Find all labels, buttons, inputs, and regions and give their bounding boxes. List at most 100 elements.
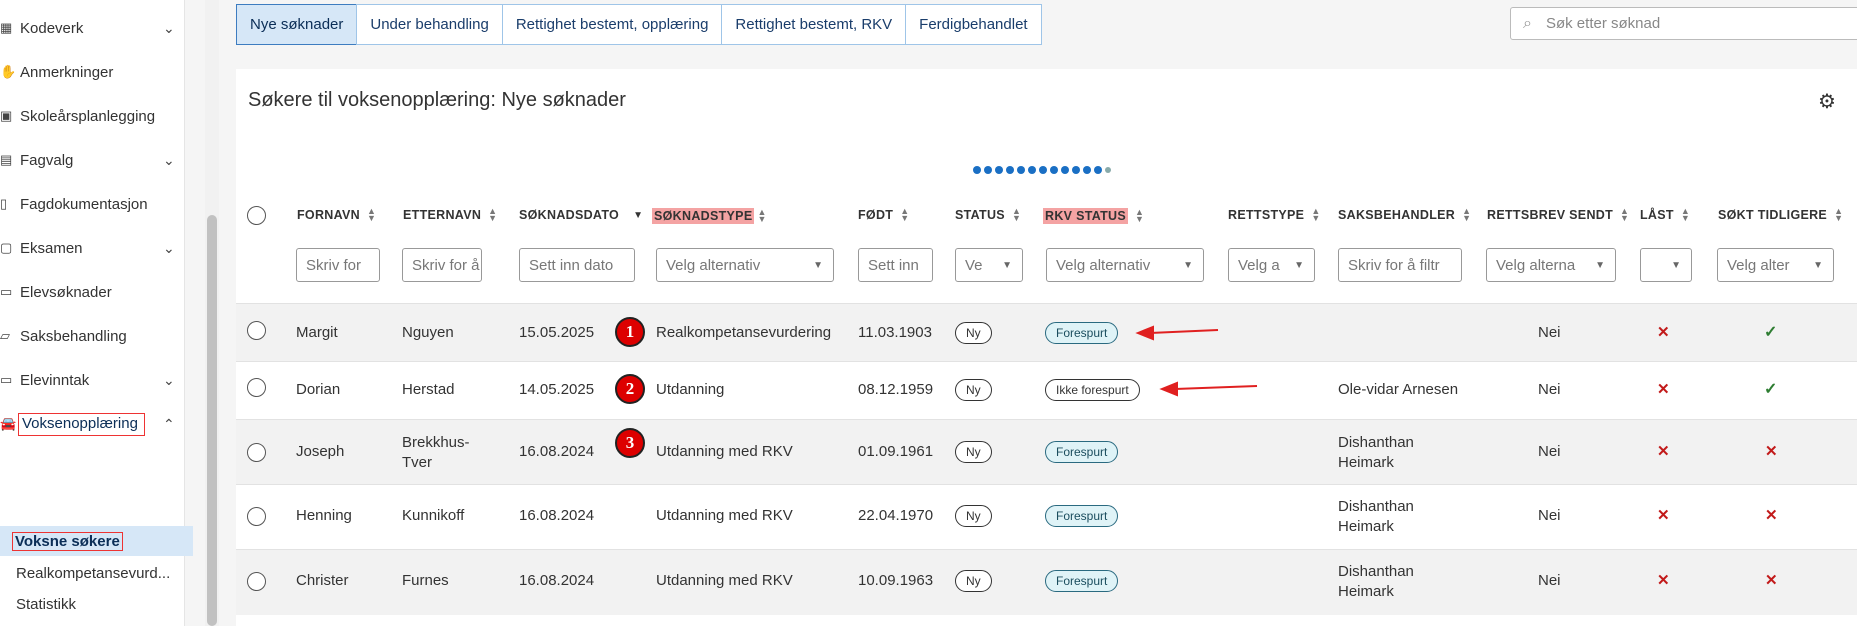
column-header-sokt-tidligere[interactable]: SØKT TIDLIGERE ▲ ▼ <box>1718 206 1843 222</box>
cell-etternavn: Kunnikoff <box>402 507 465 524</box>
status-badge: Ny <box>955 505 992 527</box>
sidebar: ▦ Kodeverk ⌄ ✋ Anmerkninger ▣ Skoleårsplanle… <box>0 0 193 626</box>
table-row[interactable]: Joseph Brekkhus-Tver 16.08.2024 3 Utdann… <box>236 419 1857 484</box>
cell-fodt: 11.03.1903 <box>858 324 932 341</box>
select-all-checkbox[interactable] <box>247 206 266 225</box>
column-header-etternavn[interactable]: ETTERNAVN ▲ ▼ <box>403 206 497 222</box>
page-title: Søkere til voksenopplæring: Nye søknader <box>248 89 626 111</box>
cell-rettsbrev-sendt: Nei <box>1538 324 1561 341</box>
table-row[interactable]: Margit Nguyen 15.05.2025 1 Realkompetans… <box>236 303 1857 361</box>
row-checkbox[interactable] <box>247 378 266 397</box>
cell-etternavn: Furnes <box>402 572 449 589</box>
filter-fornavn[interactable]: Skriv for <box>296 248 380 282</box>
sidebar-item-label: Fagvalg <box>20 151 74 169</box>
sort-icon: ▲ ▼ <box>1620 206 1630 224</box>
sidebar-item-skoleaarsplanlegging[interactable]: ▣ Skoleårsplanlegging <box>0 96 195 136</box>
table-row[interactable]: Dorian Herstad 14.05.2025 2 Utdanning 08… <box>236 361 1857 419</box>
sidebar-item-anmerkninger[interactable]: ✋ Anmerkninger <box>0 52 195 92</box>
row-checkbox[interactable] <box>247 321 266 340</box>
filter-soknadsdato[interactable]: Sett inn dato <box>519 248 635 282</box>
cell-fornavn: Dorian <box>296 381 341 398</box>
filter-saksbehandler[interactable]: Skriv for å filtr <box>1338 248 1462 282</box>
previously-applied-no-icon: ✕ <box>1765 507 1778 524</box>
sidebar-item-elevsoknader[interactable]: ▭ Elevsøknader <box>0 272 195 312</box>
sidebar-item-elevinntak[interactable]: ▭ Elevinntak ⌄ <box>0 360 195 400</box>
tab-nye-soknader[interactable]: Nye søknader <box>236 4 358 45</box>
sort-icon: ▲ ▼ <box>1462 206 1472 224</box>
column-header-status[interactable]: STATUS ▲ ▼ <box>955 206 1022 224</box>
sidebar-item-label: Saksbehandling <box>20 327 127 345</box>
gear-icon[interactable]: ⚙ <box>1818 89 1836 114</box>
sidebar-item-kodeverk[interactable]: ▦ Kodeverk ⌄ <box>0 8 195 48</box>
search-input[interactable]: ⌕ Søk etter søknad <box>1510 7 1857 40</box>
row-checkbox[interactable] <box>247 572 266 591</box>
sidebar-subitem-statistikk[interactable]: Statistikk <box>0 589 195 619</box>
sort-icon: ▲ ▼ <box>1311 206 1321 224</box>
column-header-soknadsdato[interactable]: SØKNADSDATO ▼ <box>519 208 643 222</box>
tab-rettighet-opplaering[interactable]: Rettighet bestemt, opplæring <box>501 4 723 45</box>
table-row[interactable]: Henning Kunnikoff 16.08.2024 Utdanning m… <box>236 484 1857 549</box>
column-header-fornavn[interactable]: FORNAVN ▲ ▼ <box>297 206 377 224</box>
cell-rettsbrev-sendt: Nei <box>1538 381 1561 398</box>
cell-soknadsdato: 14.05.2025 <box>519 381 595 398</box>
column-header-soknadstype[interactable]: SØKNADSTYPE ▲ ▼ <box>652 206 767 224</box>
rkv-status-badge: Forespurt <box>1045 505 1119 527</box>
filter-soknadstype[interactable]: Velg alternativ ▼ <box>656 248 834 282</box>
filter-etternavn[interactable]: Skriv for å <box>402 248 482 282</box>
column-header-rettstype[interactable]: RETTSTYPE ▲ ▼ <box>1228 206 1321 224</box>
previously-applied-no-icon: ✕ <box>1765 572 1778 589</box>
tab-ferdigbehandlet[interactable]: Ferdigbehandlet <box>905 4 1042 45</box>
cell-fodt: 08.12.1959 <box>858 381 934 398</box>
previously-applied-yes-icon: ✓ <box>1764 381 1778 398</box>
cell-fornavn: Joseph <box>296 443 345 460</box>
cell-fornavn: Henning <box>296 507 352 524</box>
filter-sokt-tidligere[interactable]: Velg alter ▼ <box>1717 248 1834 282</box>
sidebar-item-fagvalg[interactable]: ▤ Fagvalg ⌄ <box>0 140 195 180</box>
sidebar-item-label: Elevinntak <box>20 371 90 389</box>
previously-applied-yes-icon: ✓ <box>1764 324 1778 341</box>
cell-soknadstype: Utdanning med RKV <box>656 572 793 589</box>
rkv-status-badge: Forespurt <box>1045 570 1119 592</box>
filter-rettsbrev-sendt[interactable]: Velg alterna ▼ <box>1486 248 1616 282</box>
grid-icon: ▦ <box>0 20 13 35</box>
tab-rettighet-rkv[interactable]: Rettighet bestemt, RKV <box>721 4 907 45</box>
column-header-rettsbrev-sendt[interactable]: RETTSBREV SENDT ▲ ▼ <box>1487 206 1630 224</box>
sort-icon: ▲ ▼ <box>1011 206 1022 224</box>
chevron-down-icon: ▼ <box>1813 259 1823 271</box>
sidebar-item-saksbehandling[interactable]: ▱ Saksbehandling <box>0 316 195 356</box>
cell-soknadsdato: 16.08.2024 <box>519 507 595 524</box>
column-header-laast[interactable]: LÅST ▲ ▼ <box>1640 206 1690 222</box>
status-badge: Ny <box>955 379 992 401</box>
sidebar-scrollbar-thumb[interactable] <box>207 215 217 626</box>
filter-laast[interactable]: ▼ <box>1640 248 1692 282</box>
table-row[interactable]: Christer Furnes 16.08.2024 Utdanning med… <box>236 549 1857 615</box>
cell-soknadstype: Utdanning <box>656 381 725 398</box>
search-placeholder: Søk etter søknad <box>1545 15 1661 32</box>
filter-status[interactable]: Ve ▼ <box>955 248 1023 282</box>
sort-icon: ▲ ▼ <box>757 206 767 224</box>
sort-icon: ▲ ▼ <box>366 206 377 224</box>
row-checkbox[interactable] <box>247 443 266 462</box>
application-icon: ▭ <box>0 284 13 299</box>
cell-fodt: 10.09.1963 <box>858 572 934 589</box>
chevron-down-icon: ⌄ <box>163 151 175 168</box>
sidebar-item-voksenopplaering[interactable]: 🚘 Voksenopplæring ⌃ <box>0 404 195 444</box>
filter-rkv-status[interactable]: Velg alternativ ▼ <box>1046 248 1204 282</box>
tab-under-behandling[interactable]: Under behandling <box>356 4 503 45</box>
chevron-up-icon: ⌃ <box>163 415 175 432</box>
sidebar-item-fagdokumentasjon[interactable]: ▯ Fagdokumentasjon <box>0 184 195 224</box>
filter-rettstype[interactable]: Velg a ▼ <box>1228 248 1315 282</box>
sidebar-item-eksamen[interactable]: ▢ Eksamen ⌄ <box>0 228 195 268</box>
row-checkbox[interactable] <box>247 507 266 526</box>
filter-fodt[interactable]: Sett inn <box>858 248 933 282</box>
sidebar-item-label: Skoleårsplanlegging <box>20 107 156 125</box>
calendar-icon: ▣ <box>0 108 13 123</box>
column-header-rkv-status[interactable]: RKV STATUS ▲ ▼ <box>1043 207 1144 224</box>
sidebar-subitem-realkompetanse[interactable]: Realkompetansevurd... <box>0 558 195 588</box>
cell-etternavn: Nguyen <box>402 324 454 341</box>
column-header-saksbehandler[interactable]: SAKSBEHANDLER ▲ ▼ <box>1338 206 1472 224</box>
cell-fodt: 01.09.1961 <box>858 443 934 460</box>
locked-no-icon: ✕ <box>1657 507 1670 524</box>
column-header-fodt[interactable]: FØDT ▲ ▼ <box>858 206 909 222</box>
sidebar-subitem-voksne-sokere[interactable]: Voksne søkere <box>0 526 193 556</box>
